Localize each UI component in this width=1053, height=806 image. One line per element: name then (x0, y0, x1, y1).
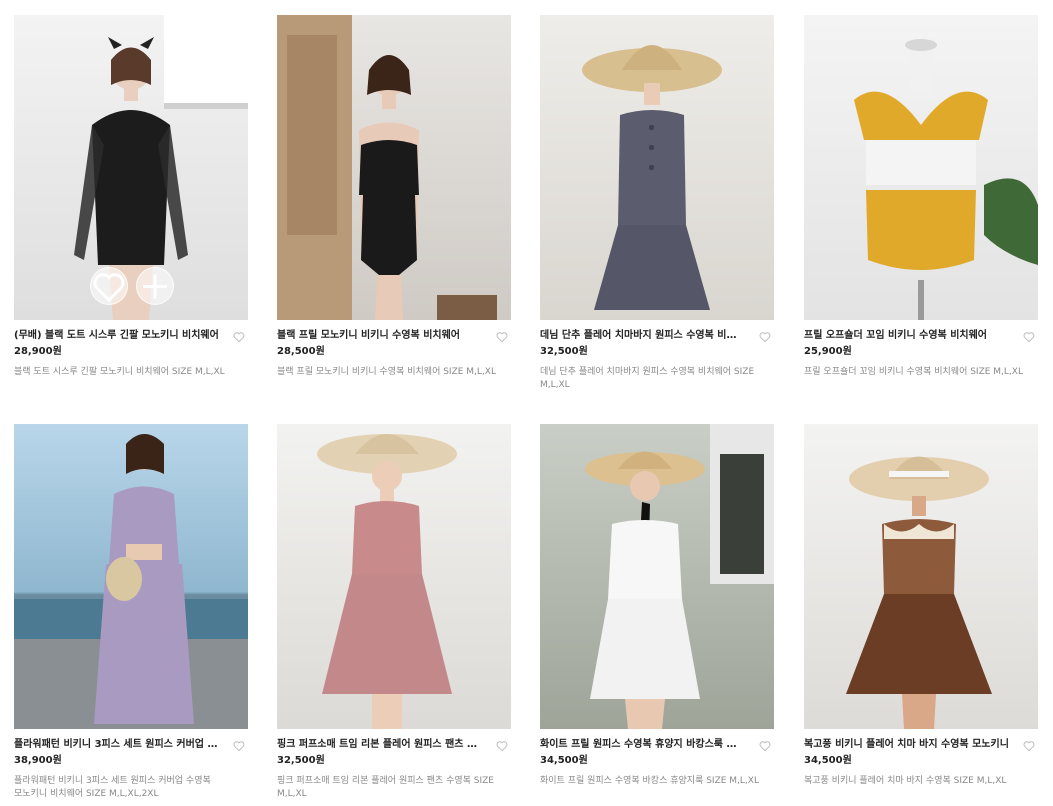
overlay-like-button[interactable] (90, 267, 128, 305)
product-image[interactable] (540, 424, 774, 729)
product-description: 블랙 도트 시스루 긴팔 모노키니 비치웨어 SIZE M,L,XL (14, 367, 225, 377)
product-image[interactable] (540, 15, 774, 320)
product-card[interactable]: 화이트 프릴 원피스 수영복 휴양지 바캉스룩 비치웨어 34,500원 화이트… (540, 424, 774, 788)
product-name[interactable]: 화이트 프릴 원피스 수영복 휴양지 바캉스룩 비치웨어 (540, 738, 745, 752)
product-name[interactable]: 데님 단추 플레어 치마바지 원피스 수영복 비치웨어 (540, 329, 745, 343)
product-name[interactable]: 핑크 퍼프소매 트임 리본 플레어 원피스 팬츠 수영복 (277, 738, 482, 752)
heart-icon (93, 272, 125, 302)
product-card[interactable]: (무배) 블랙 도트 시스루 긴팔 모노키니 비치웨어 28,900원 블랙 도… (14, 15, 248, 379)
product-info: 프릴 오프숄더 꼬임 비키니 수영복 비치웨어 25,900원 프릴 오프숄더 … (804, 320, 1038, 379)
heart-outline-icon[interactable] (232, 330, 246, 344)
product-name[interactable]: 프릴 오프숄더 꼬임 비키니 수영복 비치웨어 (804, 329, 1009, 343)
model-photo (846, 456, 992, 729)
product-card[interactable]: 플라워패턴 비키니 3피스 세트 원피스 커버업 수영복 38,900원 플라워… (14, 424, 248, 801)
model-photo (74, 15, 248, 320)
product-name[interactable]: (무배) 블랙 도트 시스루 긴팔 모노키니 비치웨어 (14, 329, 219, 343)
heart-outline-icon[interactable] (495, 739, 509, 753)
product-image[interactable] (277, 424, 511, 729)
product-description: 데님 단추 플레어 치마바지 원피스 수영복 비치웨어 SIZE M,L,XL (540, 367, 755, 390)
product-name[interactable]: 복고풍 비키니 플레어 치마 바지 수영복 모노키니 (804, 738, 1009, 752)
product-image[interactable] (14, 15, 248, 320)
model-photo (585, 424, 774, 729)
heart-outline-icon[interactable] (232, 739, 246, 753)
product-image[interactable] (804, 15, 1038, 320)
heart-outline-icon[interactable] (1022, 739, 1036, 753)
model-photo (582, 45, 722, 310)
product-info: (무배) 블랙 도트 시스루 긴팔 모노키니 비치웨어 28,900원 블랙 도… (14, 320, 248, 379)
overlay-add-button[interactable] (136, 267, 174, 305)
product-price: 38,900원 (14, 755, 62, 766)
product-description: 복고풍 비키니 플레어 치마 바지 수영복 SIZE M,L,XL (804, 776, 1007, 786)
product-card[interactable]: 프릴 오프숄더 꼬임 비키니 수영복 비치웨어 25,900원 프릴 오프숄더 … (804, 15, 1038, 379)
model-photo (277, 15, 497, 320)
heart-outline-icon[interactable] (1022, 330, 1036, 344)
product-image[interactable] (277, 15, 511, 320)
product-card[interactable]: 복고풍 비키니 플레어 치마 바지 수영복 모노키니 34,500원 복고풍 비… (804, 424, 1038, 788)
product-grid: (무배) 블랙 도트 시스루 긴팔 모노키니 비치웨어 28,900원 블랙 도… (0, 0, 1053, 806)
product-price: 34,500원 (804, 755, 852, 766)
product-info: 블랙 프릴 모노키니 비키니 수영복 비치웨어 28,500원 블랙 프릴 모노… (277, 320, 511, 379)
heart-outline-icon[interactable] (758, 330, 772, 344)
product-info: 플라워패턴 비키니 3피스 세트 원피스 커버업 수영복 38,900원 플라워… (14, 729, 248, 801)
product-price: 28,900원 (14, 346, 62, 357)
plus-icon (143, 274, 167, 298)
product-card[interactable]: 데님 단추 플레어 치마바지 원피스 수영복 비치웨어 32,500원 데님 단… (540, 15, 774, 392)
product-price: 34,500원 (540, 755, 588, 766)
heart-outline-icon[interactable] (758, 739, 772, 753)
product-name[interactable]: 블랙 프릴 모노키니 비키니 수영복 비치웨어 (277, 329, 482, 343)
product-price: 32,500원 (540, 346, 588, 357)
product-info: 화이트 프릴 원피스 수영복 휴양지 바캉스룩 비치웨어 34,500원 화이트… (540, 729, 774, 788)
product-price: 32,500원 (277, 755, 325, 766)
product-name[interactable]: 플라워패턴 비키니 3피스 세트 원피스 커버업 수영복 (14, 738, 219, 752)
product-description: 플라워패턴 비키니 3피스 세트 원피스 커버업 수영복 모노키니 비치웨어 S… (14, 776, 211, 799)
product-image[interactable] (804, 424, 1038, 729)
product-card[interactable]: 블랙 프릴 모노키니 비키니 수영복 비치웨어 28,500원 블랙 프릴 모노… (277, 15, 511, 379)
product-image[interactable] (14, 424, 248, 729)
model-photo (14, 434, 248, 729)
heart-outline-icon[interactable] (495, 330, 509, 344)
product-description: 프릴 오프숄더 꼬임 비키니 수영복 비치웨어 SIZE M,L,XL (804, 367, 1023, 377)
product-description: 화이트 프릴 원피스 수영복 바캉스 휴양지룩 SIZE M,L,XL (540, 776, 759, 786)
mannequin-photo (854, 39, 1038, 320)
product-card[interactable]: 핑크 퍼프소매 트임 리본 플레어 원피스 팬츠 수영복 32,500원 핑크 … (277, 424, 511, 801)
product-info: 핑크 퍼프소매 트임 리본 플레어 원피스 팬츠 수영복 32,500원 핑크 … (277, 729, 511, 801)
model-photo (317, 434, 457, 729)
product-description: 블랙 프릴 모노키니 비키니 수영복 비치웨어 SIZE M,L,XL (277, 367, 496, 377)
product-price: 25,900원 (804, 346, 852, 357)
product-price: 28,500원 (277, 346, 325, 357)
product-info: 복고풍 비키니 플레어 치마 바지 수영복 모노키니 34,500원 복고풍 비… (804, 729, 1038, 788)
product-description: 핑크 퍼프소매 트임 리본 플레어 원피스 팬츠 수영복 SIZE M,L,XL (277, 776, 494, 799)
product-info: 데님 단추 플레어 치마바지 원피스 수영복 비치웨어 32,500원 데님 단… (540, 320, 774, 392)
